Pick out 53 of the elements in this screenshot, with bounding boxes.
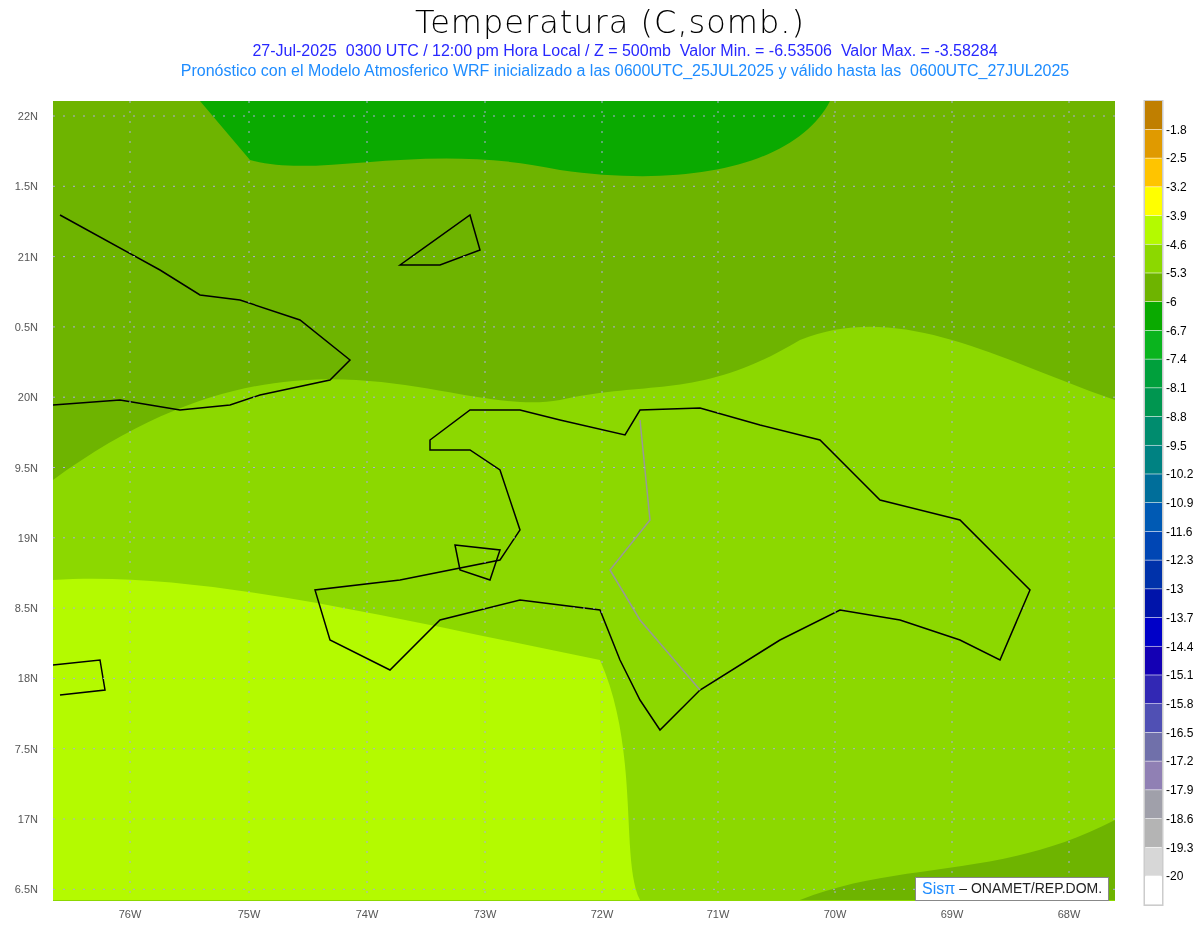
legend-label: -14.4 xyxy=(1166,639,1194,654)
latitude-label: 7.5N xyxy=(14,742,38,755)
latitude-label: 21N xyxy=(17,250,38,263)
latitude-label: 6.5N xyxy=(14,883,38,896)
legend-label: -20 xyxy=(1166,869,1184,884)
latitude-label: 0.5N xyxy=(14,320,38,333)
legend-label: -11.6 xyxy=(1166,524,1193,539)
legend-label: -4.6 xyxy=(1166,237,1187,252)
legend-label: -15.1 xyxy=(1166,668,1194,683)
legend-label: -8.8 xyxy=(1166,409,1187,424)
legend-label: -17.9 xyxy=(1166,783,1194,798)
chart-title: Temperatura (C,somb.) xyxy=(414,3,805,41)
logo-text: Sisπ xyxy=(922,880,956,898)
legend-label: -10.2 xyxy=(1166,467,1194,482)
longitude-label: 76W xyxy=(118,908,142,920)
credit-text: – ONAMET/REP.DOM. xyxy=(959,880,1103,898)
legend-label: -3.9 xyxy=(1166,208,1187,223)
longitude-label: 71W xyxy=(706,908,730,920)
legend-label: -3.2 xyxy=(1166,180,1187,195)
latitude-label: 19N xyxy=(17,531,38,544)
longitude-label: 70W xyxy=(823,908,847,920)
longitude-label: 75W xyxy=(237,908,261,920)
longitude-label: 72W xyxy=(590,908,614,920)
latitude-label: 20N xyxy=(17,391,38,404)
longitude-label: 73W xyxy=(473,908,497,920)
legend-label: -13.7 xyxy=(1166,610,1194,625)
legend-label: -8.1 xyxy=(1166,381,1187,396)
latitude-label: 8.5N xyxy=(14,602,38,615)
legend-label: -16.5 xyxy=(1166,725,1194,740)
latitude-label: 9.5N xyxy=(14,461,38,474)
legend-label: -13 xyxy=(1166,582,1184,597)
legend-label: -1.8 xyxy=(1166,122,1187,137)
latitude-label: 17N xyxy=(17,813,38,825)
latitude-label: 22N xyxy=(17,110,38,122)
chart-subtitle: 27-Jul-2025 0300 UTC / 12:00 pm Hora Local / Z = 500mb Valor Min. = -6.53506 Valor Max. = -3.58284 xyxy=(252,41,998,61)
legend-label: -7.4 xyxy=(1166,352,1187,367)
legend-label: -10.9 xyxy=(1166,496,1194,510)
legend-label: -6 xyxy=(1166,295,1177,309)
latitude-label: 1.5N xyxy=(14,180,38,193)
latitude-label: 18N xyxy=(17,672,38,685)
legend-label: -9.5 xyxy=(1166,438,1187,453)
legend-label: -2.5 xyxy=(1166,151,1187,166)
legend-label: -17.2 xyxy=(1166,754,1194,769)
chart-description: Pronóstico con el Modelo Atmosferico WRF inicializado a las 0600UTC_25JUL2025 y válido hasta las 0600UTC_27JUL2025 xyxy=(180,61,1070,81)
longitude-label: 69W xyxy=(940,908,964,920)
legend-label: -5.3 xyxy=(1166,266,1187,281)
legend-label: -6.7 xyxy=(1166,323,1187,338)
longitude-label: 68W xyxy=(1057,908,1081,920)
longitude-label: 74W xyxy=(355,908,379,920)
legend-label: -19.3 xyxy=(1166,840,1194,855)
legend-label: -15.8 xyxy=(1166,697,1194,711)
legend-label: -18.6 xyxy=(1166,811,1194,826)
legend-label: -12.3 xyxy=(1166,553,1194,568)
